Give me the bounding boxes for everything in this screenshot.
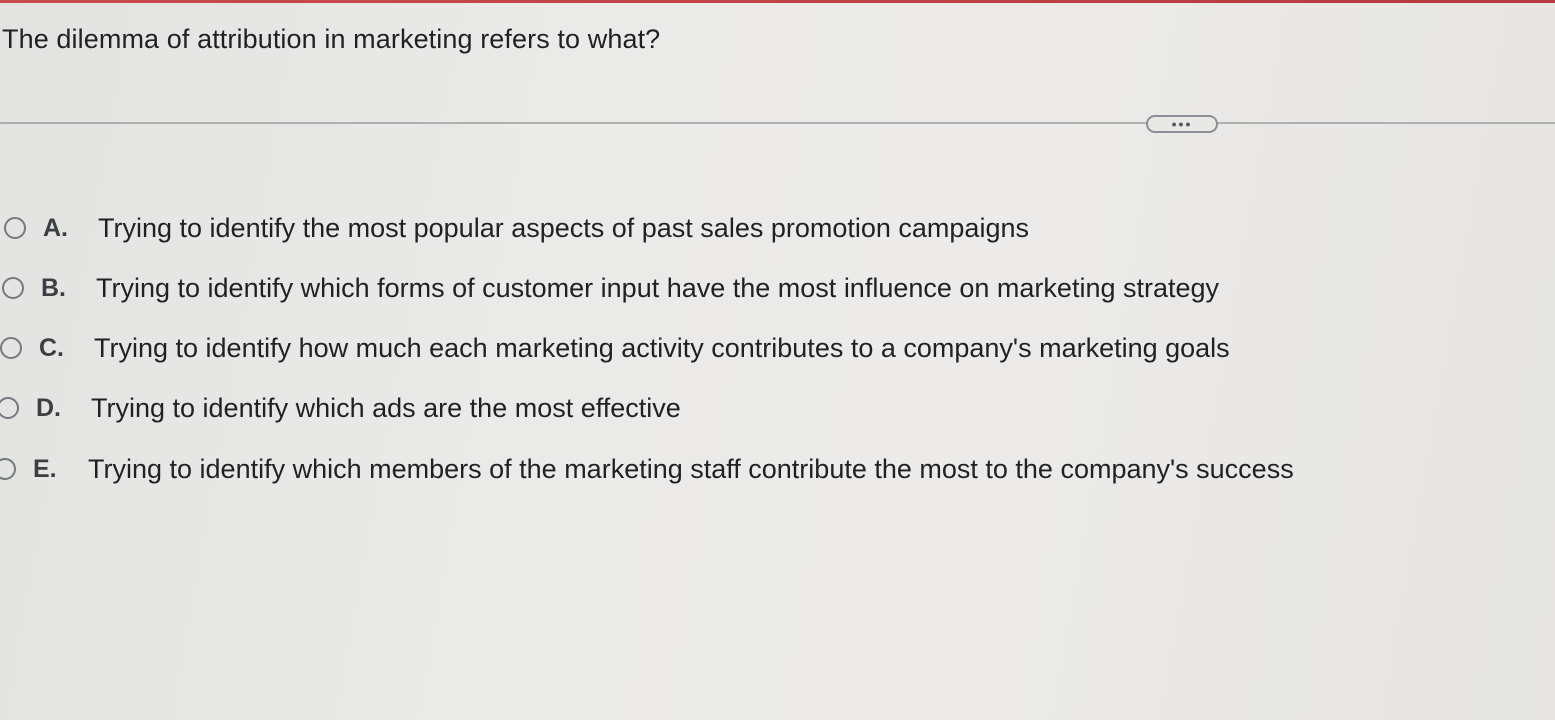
radio-icon[interactable] — [0, 458, 16, 480]
answer-option-e[interactable]: E. Trying to identify which members of t… — [0, 449, 1294, 489]
top-accent-bar — [0, 0, 1555, 3]
answer-option-a[interactable]: A. Trying to identify the most popular a… — [4, 208, 1029, 248]
divider — [0, 122, 1555, 124]
option-letter: B. — [41, 273, 66, 302]
answer-option-b[interactable]: B. Trying to identify which forms of cus… — [2, 268, 1219, 308]
radio-icon[interactable] — [0, 337, 22, 359]
option-letter: A. — [43, 213, 68, 242]
radio-icon[interactable] — [0, 397, 19, 419]
option-text[interactable]: Trying to identify the most popular aspe… — [98, 213, 1029, 244]
question-text: The dilemma of attribution in marketing … — [2, 24, 661, 54]
radio-icon[interactable] — [4, 217, 26, 239]
answer-option-c[interactable]: C. Trying to identify how much each mark… — [0, 328, 1230, 368]
radio-icon[interactable] — [2, 277, 24, 299]
option-text[interactable]: Trying to identify how much each marketi… — [94, 333, 1230, 364]
option-letter: D. — [36, 393, 61, 422]
more-options-button[interactable]: ••• — [1146, 115, 1218, 133]
option-letter: E. — [33, 454, 57, 483]
option-text[interactable]: Trying to identify which members of the … — [88, 454, 1294, 485]
answer-option-d[interactable]: D. Trying to identify which ads are the … — [0, 388, 681, 428]
option-text[interactable]: Trying to identify which forms of custom… — [96, 273, 1219, 304]
option-letter: C. — [39, 333, 64, 362]
option-text[interactable]: Trying to identify which ads are the mos… — [91, 393, 681, 424]
